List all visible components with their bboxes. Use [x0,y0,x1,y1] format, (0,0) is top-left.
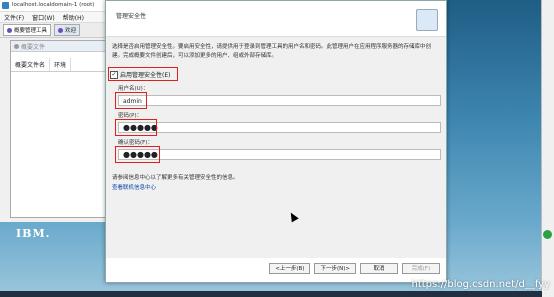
profiles-panel: 概要文件 概要文件名 环境 [10,40,114,218]
back-button[interactable]: <上一步(B) [269,263,311,274]
finish-button[interactable]: 完成(F) [402,263,440,274]
username-label: 用户名(U)： [118,86,149,92]
green-status-icon[interactable] [543,230,552,239]
dialog-body: 选择是否启用管理安全性。要启用安全性，请提供用于登录到管理工具的用户名和密码。此… [106,37,446,258]
security-description: 选择是否启用管理安全性。要启用安全性，请提供用于登录到管理工具的用户名和密码。此… [112,44,432,59]
tab-label: 概要管理工具 [14,28,48,34]
online-info-center-link[interactable]: 查看联机信息中心 [112,183,156,191]
dialog-title: 管理安全性 [116,13,147,20]
panel-title: 概要文件 [21,43,46,51]
welcome-icon [58,27,64,33]
tool-icon [7,27,12,33]
ibm-logo: IBM. [16,227,51,240]
tab-welcome[interactable]: 欢迎 [54,24,81,36]
enable-security-checkbox[interactable]: ✓ 启用管理安全性(E) [110,70,170,79]
mouse-cursor-icon [287,210,299,223]
checkbox-label: 启用管理安全性(E) [120,72,171,79]
next-button[interactable]: 下一步(N)> [314,263,356,274]
panel-header: 概要文件 [11,41,113,52]
tab-label: 欢迎 [65,28,77,34]
dialog-header: 管理安全性 [106,1,446,37]
password-label: 密码(P)： [118,113,143,119]
tab-profile-management-tool[interactable]: 概要管理工具 [3,24,52,36]
profiles-icon [14,43,19,49]
menu-file[interactable]: 文件(F) [4,13,24,22]
watermark: https://blog.csdn.net/d__fyy [411,279,551,290]
column-header-profile-name[interactable]: 概要文件名 [11,58,51,71]
right-scrollbar[interactable] [541,0,554,297]
menu-window[interactable]: 窗口(W) [32,13,55,22]
column-header-environment[interactable]: 环境 [50,58,72,71]
taskbar [0,291,542,297]
confirm-password-field[interactable]: ●●●●● [118,149,441,160]
window-titlebar: localhost.localdomain-1 (root) [0,0,112,12]
wizard-buttons: <上一步(B) 下一步(N)> 取消 完成(F) [269,263,440,274]
wizard-icon [416,9,438,31]
info-text: 请参阅信息中心以了解更多有关管理安全性的信息。 [112,175,239,181]
highlight-box [115,92,147,109]
menu-help[interactable]: 帮助(H) [63,13,84,22]
highlight-box [115,146,160,163]
admin-security-dialog: 管理安全性 选择是否启用管理安全性。要启用安全性，请提供用于登录到管理工具的用户… [105,0,447,283]
checkbox-check-icon: ✓ [110,70,118,79]
cancel-button[interactable]: 取消 [360,263,398,274]
menu-bar: 文件(F) 窗口(W) 帮助(H) [0,12,112,23]
app-icon [2,2,9,9]
username-field[interactable]: admin [118,95,441,106]
password-field[interactable]: ●●●●● [118,122,441,133]
highlight-box [115,119,157,136]
tab-bar: 概要管理工具 欢迎 [0,23,112,38]
confirm-password-label: 确认密码(F)： [118,140,153,146]
profiles-table-header: 概要文件名 环境 [11,58,113,72]
window-title: localhost.localdomain-1 (root) [12,2,95,8]
